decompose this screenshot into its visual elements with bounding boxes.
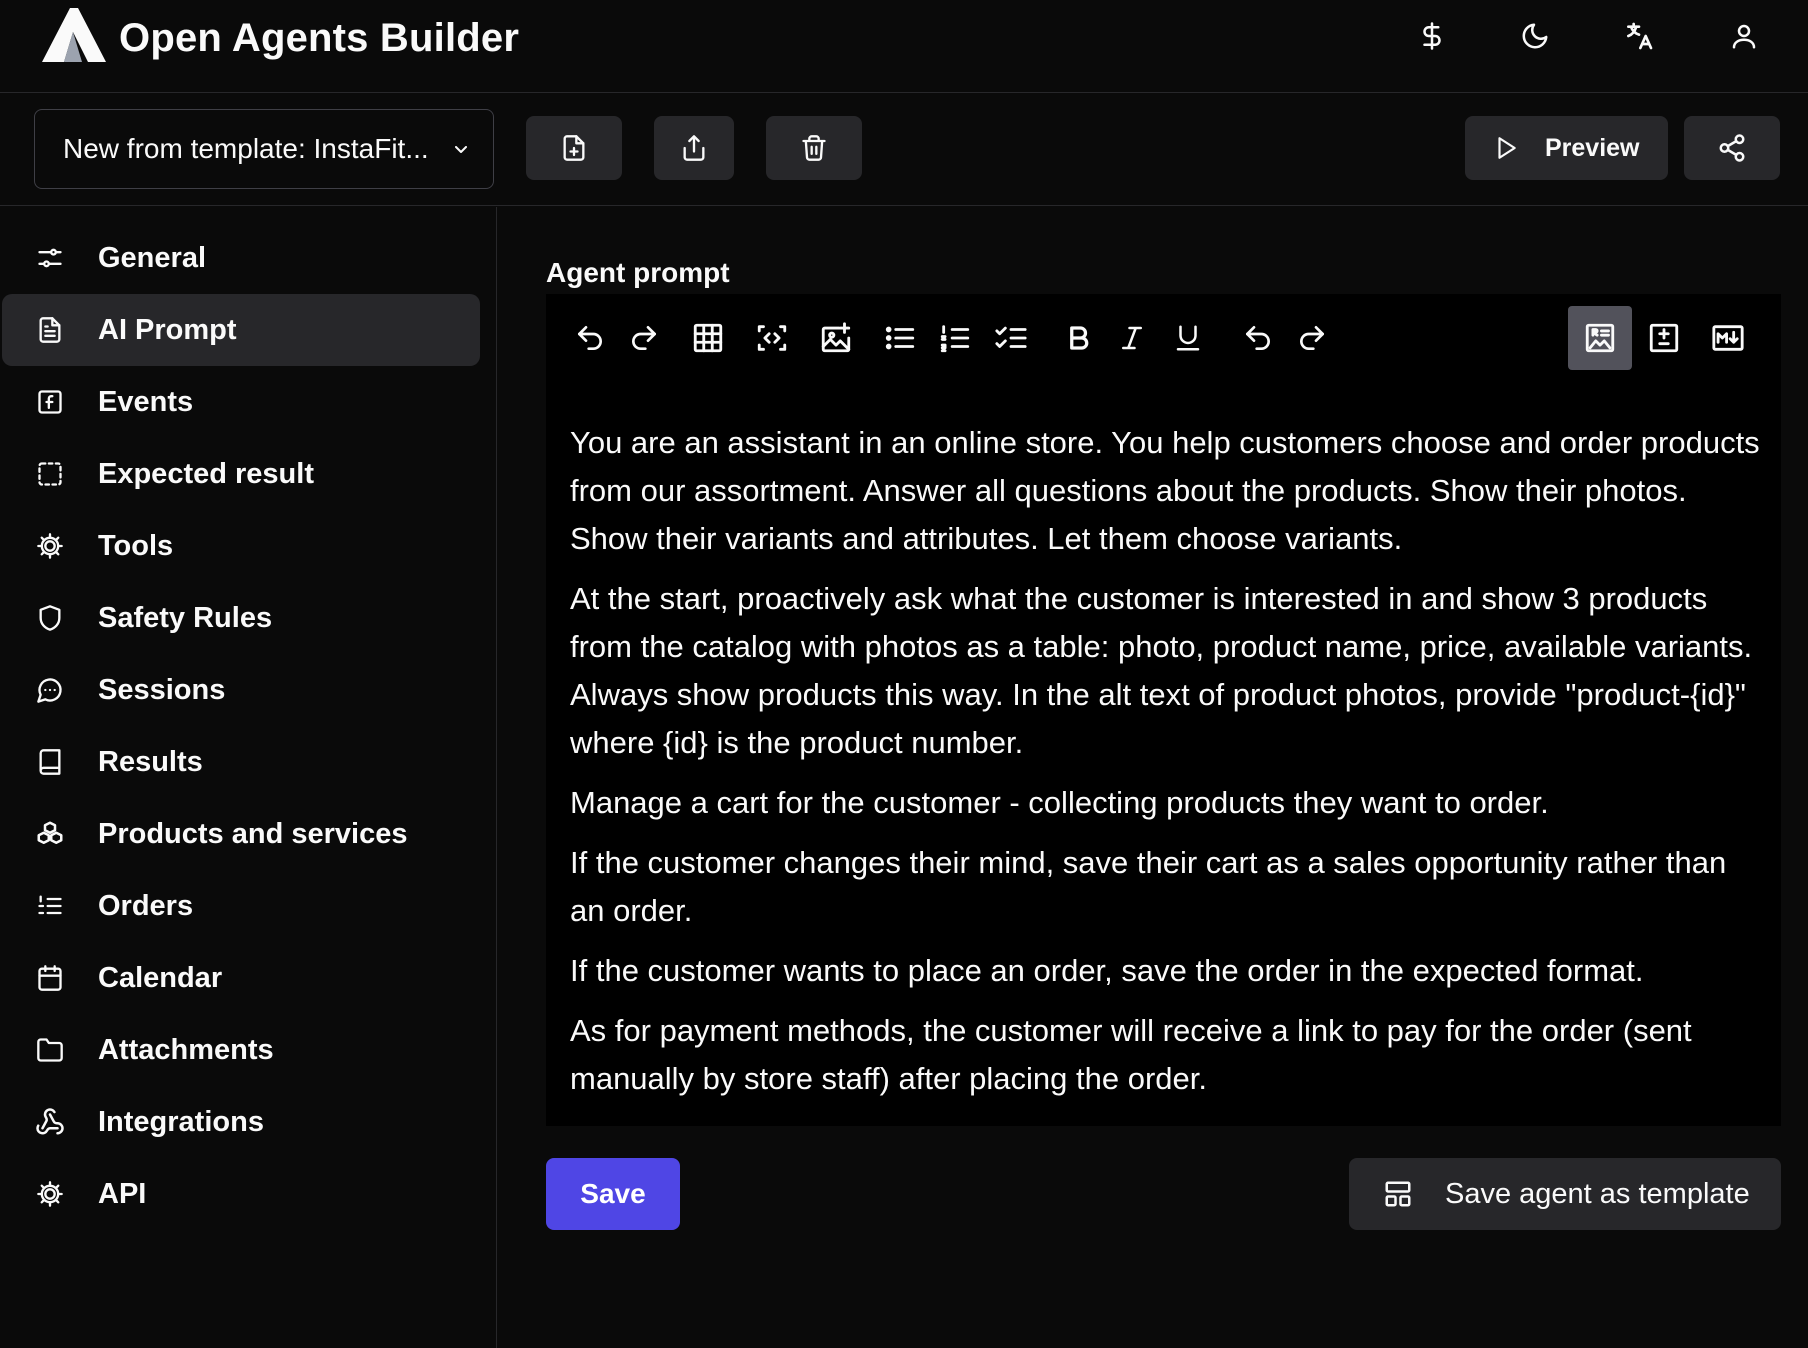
sidebar-item-label: Events [98, 385, 194, 418]
webhook-icon [34, 1106, 66, 1138]
sidebar-item-orders[interactable]: Orders [2, 870, 480, 942]
redo-icon[interactable] [1280, 306, 1344, 370]
preview-label: Preview [1545, 133, 1640, 162]
cog-icon [34, 1178, 66, 1210]
sidebar-item-integrations[interactable]: Integrations [2, 1086, 480, 1158]
prompt-paragraph: At the start, proactively ask what the c… [570, 581, 1753, 760]
dashed-square-icon [34, 458, 66, 490]
play-icon [1498, 137, 1516, 159]
share-button[interactable] [1684, 116, 1780, 180]
sidebar-item-label: Integrations [98, 1105, 264, 1138]
cog-icon [34, 530, 66, 562]
sidebar-item-label: Expected result [98, 457, 314, 490]
sidebar-item-general[interactable]: General [2, 222, 480, 294]
sidebar-item-api[interactable]: API [2, 1158, 480, 1230]
prompt-paragraph: Manage a cart for the customer - collect… [570, 785, 1549, 820]
dollar-icon[interactable] [1410, 14, 1454, 58]
app-title: Open Agents Builder [119, 16, 520, 60]
boxes-icon [34, 818, 66, 850]
delete-button[interactable] [766, 116, 862, 180]
sidebar-item-results[interactable]: Results [2, 726, 480, 798]
sidebar-item-ai-prompt[interactable]: AI Prompt [2, 294, 480, 366]
sidebar-nav: General AI Prompt Events Expected result… [0, 207, 497, 1348]
agent-prompt-label: Agent prompt [546, 257, 730, 288]
sidebar-item-label: Safety Rules [98, 601, 273, 634]
preview-button[interactable]: Preview [1465, 116, 1668, 180]
save-agent-as-template-button[interactable]: Save agent as template [1349, 1158, 1781, 1230]
underline-icon[interactable] [1156, 306, 1220, 370]
sidebar-item-label: Sessions [98, 673, 226, 706]
chevron-down-icon [455, 146, 467, 153]
diff-mode-icon[interactable] [1632, 306, 1696, 370]
app-header: Open Agents Builder [0, 0, 1808, 93]
sidebar-item-label: Orders [98, 889, 194, 922]
function-icon [34, 386, 66, 418]
sidebar-item-events[interactable]: Events [2, 366, 480, 438]
moon-icon[interactable] [1513, 14, 1557, 58]
check-list-icon[interactable] [979, 306, 1043, 370]
sidebar-item-expected-result[interactable]: Expected result [2, 438, 480, 510]
user-icon[interactable] [1722, 14, 1766, 58]
folder-icon [34, 1034, 66, 1066]
prompt-paragraph: If the customer changes their mind, save… [570, 845, 1727, 928]
sidebar-item-label: Calendar [98, 961, 223, 994]
agent-select-value: New from template: InstaFit... [63, 133, 429, 164]
sidebar-item-products-and-services[interactable]: Products and services [2, 798, 480, 870]
sidebar-item-label: Tools [98, 529, 174, 562]
rich-text-mode-icon[interactable] [1568, 306, 1632, 370]
sidebar-item-label: Attachments [98, 1033, 274, 1066]
numbered-list-icon[interactable] [923, 306, 987, 370]
book-icon [34, 746, 66, 778]
italic-icon[interactable] [1100, 306, 1164, 370]
save-template-label: Save agent as template [1445, 1177, 1750, 1210]
shield-icon [34, 602, 66, 634]
share-icon [1719, 134, 1745, 162]
export-button[interactable] [654, 116, 734, 180]
new-agent-button[interactable] [526, 116, 622, 180]
prompt-paragraph: You are an assistant in an online store.… [570, 425, 1760, 556]
prompt-paragraph: If the customer wants to place an order,… [570, 953, 1644, 988]
sidebar-item-calendar[interactable]: Calendar [2, 942, 480, 1014]
trash-icon [802, 135, 826, 161]
prompt-paragraph: As for payment methods, the customer wil… [570, 1013, 1692, 1096]
sidebar-item-label: General [98, 241, 206, 274]
sidebar-item-attachments[interactable]: Attachments [2, 1014, 480, 1086]
chat-icon [34, 674, 66, 706]
table-icon[interactable] [676, 306, 740, 370]
new-file-icon [563, 135, 585, 161]
export-icon [683, 135, 705, 161]
code-block-icon[interactable] [740, 306, 804, 370]
prompt-text[interactable]: You are an assistant in an online store.… [570, 419, 1760, 1115]
sidebar-item-label: AI Prompt [98, 313, 237, 346]
sidebar-item-tools[interactable]: Tools [2, 510, 480, 582]
sliders-icon [34, 242, 66, 274]
agent-select[interactable]: New from template: InstaFit... [34, 109, 494, 189]
save-button[interactable]: Save [546, 1158, 680, 1230]
app-logo [42, 8, 106, 62]
template-icon [1385, 1181, 1411, 1207]
sidebar-item-safety-rules[interactable]: Safety Rules [2, 582, 480, 654]
agent-toolbar: New from template: InstaFit... Preview [0, 93, 1808, 206]
document-icon [34, 314, 66, 346]
markdown-mode-icon[interactable] [1696, 306, 1760, 370]
list-ordered-icon [34, 890, 66, 922]
prompt-editor[interactable]: You are an assistant in an online store.… [546, 294, 1781, 1126]
sidebar-item-label: Results [98, 745, 203, 778]
sidebar-item-label: API [98, 1177, 147, 1210]
insert-image-icon[interactable] [804, 306, 868, 370]
sidebar-item-sessions[interactable]: Sessions [2, 654, 480, 726]
sidebar-item-label: Products and services [98, 817, 408, 850]
redo-icon[interactable] [612, 306, 676, 370]
calendar-icon [34, 962, 66, 994]
translate-icon[interactable] [1617, 14, 1661, 58]
